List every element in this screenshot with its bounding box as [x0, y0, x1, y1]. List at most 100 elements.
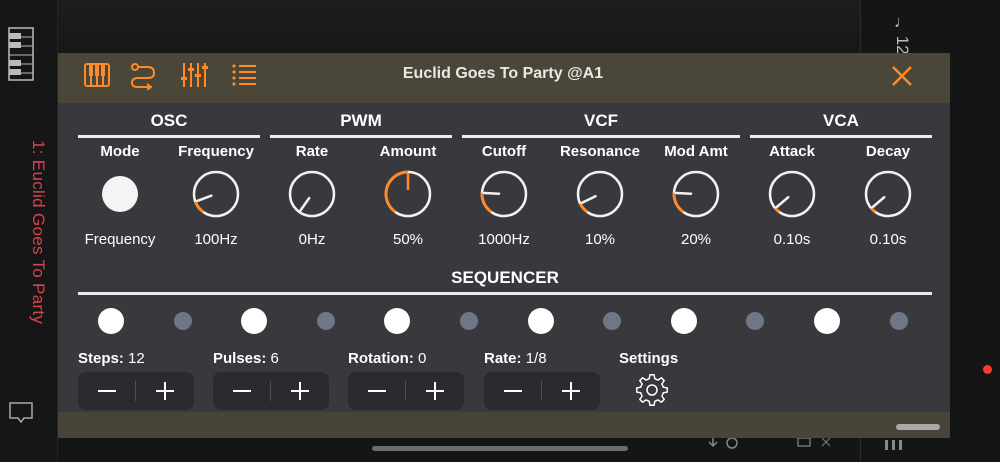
section-divider	[270, 135, 452, 138]
control-value: Frequency	[84, 231, 156, 248]
section-title-osc: OSC	[150, 111, 188, 130]
cutoff-knob[interactable]	[479, 169, 529, 219]
control-resonance: Resonance 10%	[552, 143, 648, 253]
param-value: 12	[128, 350, 145, 367]
control-label: Mod Amt	[664, 143, 728, 160]
pulses-label-row: Pulses: 6	[213, 350, 363, 367]
rotation-increment-button[interactable]	[406, 372, 464, 410]
rotation-stepper	[348, 372, 464, 410]
control-amount: Amount 50%	[360, 143, 456, 253]
home-indicator[interactable]	[372, 446, 628, 451]
sequencer-step-inactive[interactable]	[460, 312, 478, 330]
control-value: 10%	[584, 231, 616, 248]
param-value: 0	[418, 350, 427, 367]
control-label: Mode	[100, 143, 140, 160]
panel-header: Euclid Goes To Party @A1	[58, 53, 950, 103]
control-label: Decay	[865, 143, 911, 160]
steps-param: Steps: 12	[78, 350, 228, 412]
param-label: Rate:	[484, 350, 522, 367]
param-label: Steps:	[78, 350, 124, 367]
section-divider	[462, 135, 740, 138]
sequencer-step-active[interactable]	[98, 308, 124, 334]
sequencer-step-active[interactable]	[670, 308, 697, 334]
host-top-bar	[58, 0, 860, 53]
record-indicator-icon	[983, 365, 992, 374]
param-label: Rotation:	[348, 350, 414, 367]
pulses-decrement-button[interactable]	[213, 372, 271, 410]
mode-toggle-button[interactable]	[102, 176, 138, 212]
settings-label: Settings	[619, 350, 679, 367]
sequencer-step-inactive[interactable]	[173, 312, 192, 330]
gear-icon[interactable]	[636, 374, 668, 406]
control-decay: Decay 0.10s	[840, 143, 936, 253]
section-title-pwm: PWM	[340, 111, 382, 130]
attack-knob[interactable]	[767, 169, 817, 219]
control-value: 20%	[680, 231, 712, 248]
rotation-label-row: Rotation: 0	[348, 350, 498, 367]
control-value: 50%	[392, 231, 424, 248]
piano-icon[interactable]	[8, 27, 34, 81]
rate-decrement-button[interactable]	[484, 372, 542, 410]
control-mod-amt: Mod Amt 20%	[648, 143, 744, 253]
section-title-sequencer: SEQUENCER	[451, 268, 559, 287]
track-name-label[interactable]: 1: Euclid Goes To Party	[18, 140, 48, 340]
section-vcf: VCF	[462, 111, 740, 139]
control-label: Attack	[769, 143, 815, 160]
control-value: 0Hz	[298, 231, 326, 248]
rotation-param: Rotation: 0	[348, 350, 498, 412]
rate-label-row: Rate: 1/8	[484, 350, 634, 367]
section-title-vca: VCA	[823, 111, 859, 130]
panel-title: Euclid Goes To Party @A1	[402, 65, 604, 82]
panel-footer	[58, 412, 950, 438]
rotation-decrement-button[interactable]	[348, 372, 406, 410]
decay-knob[interactable]	[863, 169, 913, 219]
sequencer-step-inactive[interactable]	[889, 312, 908, 330]
pulses-stepper	[213, 372, 329, 410]
mixer-sliders-icon[interactable]	[179, 60, 209, 90]
resonance-knob[interactable]	[575, 169, 625, 219]
sequencer-step-inactive[interactable]	[746, 312, 765, 330]
control-value: 0.10s	[773, 231, 811, 248]
amount-knob[interactable]	[383, 169, 433, 219]
rate-stepper	[484, 372, 600, 410]
section-divider	[78, 292, 932, 295]
steps-label-row: Steps: 12	[78, 350, 228, 367]
keyboard-icon[interactable]	[82, 60, 112, 90]
mod-amt-knob[interactable]	[671, 169, 721, 219]
control-attack: Attack 0.10s	[744, 143, 840, 253]
sequencer-step-active[interactable]	[241, 308, 268, 334]
sequencer-step-active[interactable]	[384, 308, 411, 334]
pulses-increment-button[interactable]	[271, 372, 329, 410]
resize-handle[interactable]	[896, 424, 940, 430]
control-value: 0.10s	[869, 231, 907, 248]
frequency-knob[interactable]	[191, 169, 241, 219]
steps-stepper	[78, 372, 194, 410]
section-pwm: PWM	[270, 111, 452, 139]
steps-decrement-button[interactable]	[78, 372, 136, 410]
steps-increment-button[interactable]	[136, 372, 194, 410]
param-value: 6	[270, 350, 279, 367]
marker-icon[interactable]	[8, 400, 34, 424]
sequencer-step-active[interactable]	[527, 308, 554, 334]
routing-icon[interactable]	[128, 60, 158, 90]
section-sequencer: SEQUENCER	[78, 268, 932, 296]
synth-panel: Euclid Goes To Party @A1 OSC PWM VCF VCA…	[58, 53, 950, 438]
control-label: Amount	[379, 143, 437, 160]
rate-knob[interactable]	[287, 169, 337, 219]
rate-increment-button[interactable]	[542, 372, 600, 410]
sequencer-step-inactive[interactable]	[603, 312, 622, 330]
param-label: Pulses:	[213, 350, 267, 367]
sequencer-step-active[interactable]	[814, 308, 840, 334]
section-divider	[78, 135, 260, 138]
section-divider	[750, 135, 932, 138]
pulses-param: Pulses: 6	[213, 350, 363, 412]
list-icon[interactable]	[229, 60, 259, 90]
close-icon[interactable]	[887, 61, 917, 91]
control-label: Rate	[295, 143, 329, 160]
sequencer-step-inactive[interactable]	[316, 312, 335, 330]
rate-param: Rate: 1/8	[484, 350, 634, 412]
control-label: Resonance	[559, 143, 641, 160]
control-label: Cutoff	[481, 143, 527, 160]
section-title-vcf: VCF	[584, 111, 618, 130]
settings-param: Settings	[619, 350, 739, 412]
